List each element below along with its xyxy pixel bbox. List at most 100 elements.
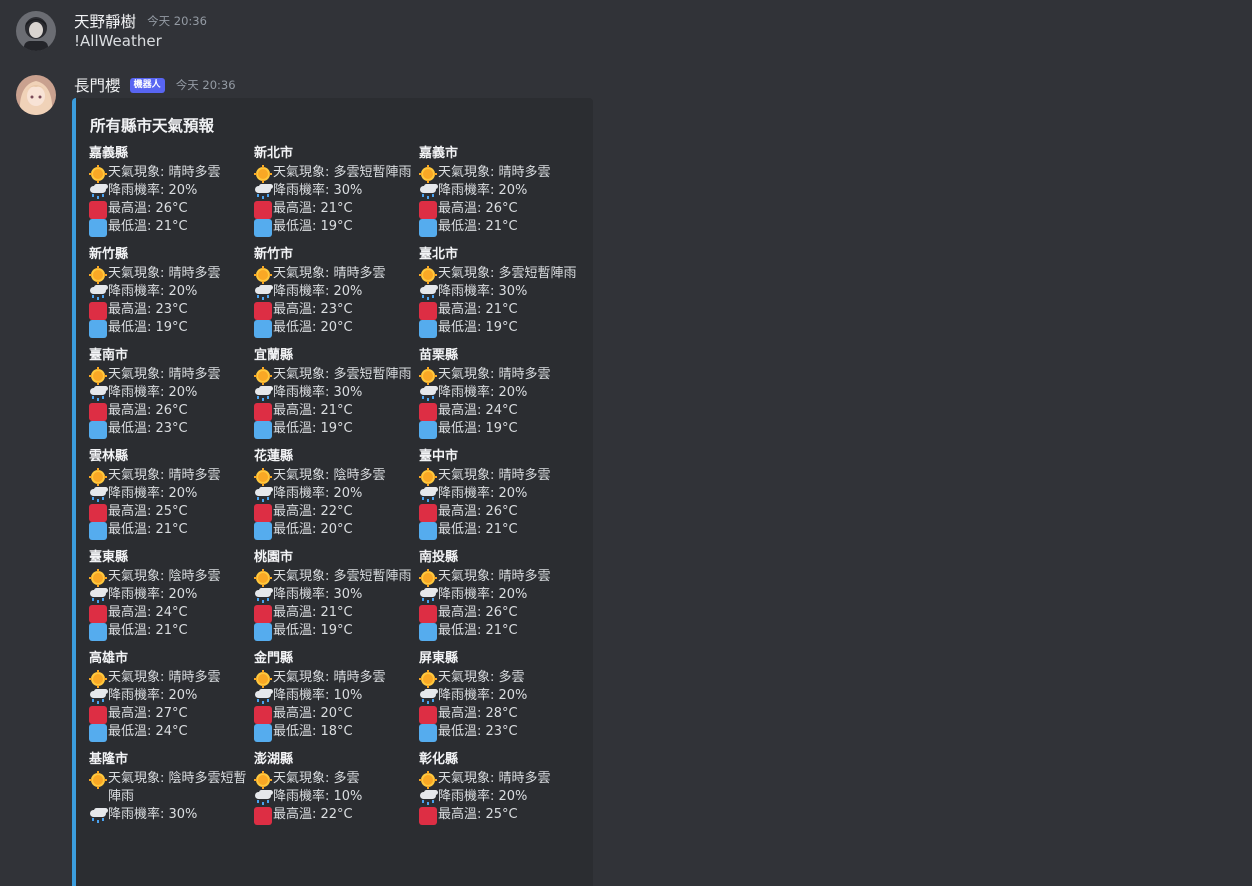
field-line-max: 最高溫: 23°C: [254, 301, 419, 320]
blue-square-icon: [254, 219, 272, 237]
field-label-max: 最高溫:: [438, 201, 486, 216]
blue-square-icon: [254, 623, 272, 641]
field-label-min: 最低溫:: [438, 320, 486, 335]
field-value-phenomenon: 晴時多雲: [168, 367, 221, 382]
field-label-min: 最低溫:: [108, 724, 156, 739]
field-value-min: 20°C: [320, 522, 353, 537]
field-line-rain: 降雨機率: 10%: [254, 687, 419, 705]
field-city-name: 屏東縣: [419, 651, 459, 666]
field-value-max: 21°C: [320, 403, 353, 418]
weather-field: 高雄市 天氣現象: 晴時多雲 降雨機率: 20% 最高溫: 27°C 最低溫: 24°C: [89, 650, 254, 751]
field-label-rain: 降雨機率:: [273, 486, 334, 501]
field-value-phenomenon: 晴時多雲: [168, 165, 221, 180]
field-city-name: 高雄市: [89, 651, 129, 666]
field-value-min: 21°C: [485, 219, 518, 234]
sun-icon: [419, 165, 437, 183]
field-value-max: 26°C: [485, 605, 518, 620]
rain-cloud-icon: [89, 486, 107, 503]
field-value-min: 19°C: [155, 320, 188, 335]
field-value-rain: 20%: [168, 183, 198, 198]
field-label-phenomenon: 天氣現象:: [273, 771, 334, 786]
field-value-max: 21°C: [320, 605, 353, 620]
weather-field: 臺中市 天氣現象: 晴時多雲 降雨機率: 20% 最高溫: 26°C 最低溫: 21°C: [419, 448, 584, 549]
sun-icon: [419, 367, 437, 385]
field-label-rain: 降雨機率:: [438, 587, 499, 602]
bot-avatar[interactable]: [16, 75, 56, 115]
sun-icon: [89, 771, 107, 789]
field-label-min: 最低溫:: [438, 219, 486, 234]
field-line-min: 最低溫: 19°C: [419, 319, 584, 338]
rain-cloud-icon: [254, 183, 272, 200]
field-city-name: 臺南市: [89, 348, 129, 363]
sun-icon: [89, 569, 107, 587]
embed-title: 所有縣市天氣預報: [90, 117, 215, 135]
field-value-rain: 20%: [168, 284, 198, 299]
field-label-min: 最低溫:: [273, 623, 321, 638]
bot-username[interactable]: 長門櫻: [74, 77, 121, 95]
field-label-min: 最低溫:: [108, 219, 156, 234]
rain-cloud-icon: [89, 688, 107, 705]
sun-icon: [419, 670, 437, 688]
weather-field: 嘉義縣 天氣現象: 晴時多雲 降雨機率: 20% 最高溫: 26°C 最低溫: 21°C: [89, 145, 254, 246]
blue-square-icon: [254, 320, 272, 338]
field-label-min: 最低溫:: [108, 623, 156, 638]
sun-icon: [254, 569, 272, 587]
field-line-phenomenon: 天氣現象: 陰時多雲: [89, 568, 254, 587]
user-avatar[interactable]: [16, 11, 56, 51]
red-square-icon: [254, 706, 272, 724]
field-label-phenomenon: 天氣現象:: [438, 367, 499, 382]
field-line-min: 最低溫: 21°C: [419, 218, 584, 237]
field-value-min: 21°C: [155, 522, 188, 537]
weather-field: 宜蘭縣 天氣現象: 多雲短暫陣雨 降雨機率: 30% 最高溫: 21°C 最低溫: 19…: [254, 347, 419, 448]
field-label-phenomenon: 天氣現象:: [438, 468, 499, 483]
field-label-min: 最低溫:: [108, 522, 156, 537]
field-value-phenomenon: 晴時多雲: [498, 771, 551, 786]
red-square-icon: [254, 403, 272, 421]
red-square-icon: [254, 302, 272, 320]
rain-cloud-icon: [419, 284, 437, 301]
field-line-rain: 降雨機率: 20%: [254, 485, 419, 503]
field-value-rain: 20%: [168, 587, 198, 602]
sun-icon: [419, 569, 437, 587]
field-label-max: 最高溫:: [438, 504, 486, 519]
rain-cloud-icon: [419, 587, 437, 604]
rain-cloud-icon: [419, 183, 437, 200]
field-line-min: 最低溫: 23°C: [89, 420, 254, 439]
field-value-phenomenon: 多雲: [333, 771, 360, 786]
field-value-max: 26°C: [155, 403, 188, 418]
field-city-name: 嘉義市: [419, 146, 459, 161]
sun-icon: [89, 367, 107, 385]
field-line-phenomenon: 天氣現象: 晴時多雲: [89, 164, 254, 183]
field-label-max: 最高溫:: [273, 201, 321, 216]
field-value-max: 28°C: [485, 706, 518, 721]
red-square-icon: [419, 706, 437, 724]
field-line-max: 最高溫: 22°C: [254, 806, 419, 825]
field-label-max: 最高溫:: [273, 807, 321, 822]
field-line-min: 最低溫: 23°C: [419, 723, 584, 742]
weather-field: 苗栗縣 天氣現象: 晴時多雲 降雨機率: 20% 最高溫: 24°C 最低溫: 19°C: [419, 347, 584, 448]
field-city-name: 宜蘭縣: [254, 348, 294, 363]
field-label-min: 最低溫:: [273, 320, 321, 335]
field-label-phenomenon: 天氣現象:: [108, 569, 169, 584]
field-label-phenomenon: 天氣現象:: [438, 771, 499, 786]
username[interactable]: 天野靜樹: [74, 13, 136, 31]
sun-icon: [89, 165, 107, 183]
field-line-min: 最低溫: 19°C: [254, 218, 419, 237]
field-label-phenomenon: 天氣現象:: [108, 367, 169, 382]
weather-field: 澎湖縣 天氣現象: 多雲 降雨機率: 10% 最高溫: 22°C: [254, 751, 419, 834]
blue-square-icon: [419, 724, 437, 742]
field-line-max: 最高溫: 22°C: [254, 503, 419, 522]
field-line-phenomenon: 天氣現象: 晴時多雲: [419, 770, 584, 789]
field-label-rain: 降雨機率:: [438, 284, 499, 299]
field-value-rain: 20%: [498, 789, 528, 804]
field-line-phenomenon: 天氣現象: 多雲短暫陣雨: [254, 366, 419, 385]
field-label-phenomenon: 天氣現象:: [108, 670, 169, 685]
field-label-max: 最高溫:: [438, 605, 486, 620]
field-value-max: 21°C: [485, 302, 518, 317]
rain-cloud-icon: [254, 587, 272, 604]
field-label-phenomenon: 天氣現象:: [438, 165, 499, 180]
field-value-phenomenon: 多雲短暫陣雨: [333, 569, 412, 584]
field-city-name: 新竹市: [254, 247, 294, 262]
rain-cloud-icon: [254, 385, 272, 402]
field-label-max: 最高溫:: [438, 706, 486, 721]
